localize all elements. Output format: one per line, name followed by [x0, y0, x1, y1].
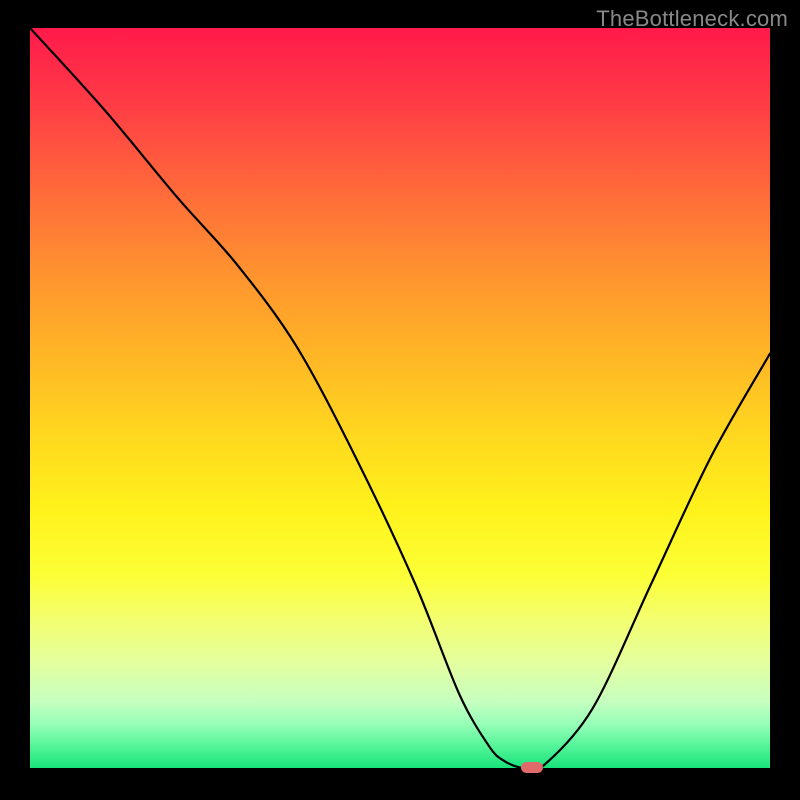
plot-area	[30, 28, 770, 768]
optimal-point-marker	[521, 762, 543, 773]
chart-container: TheBottleneck.com	[0, 0, 800, 800]
bottleneck-curve	[30, 28, 770, 768]
watermark-text: TheBottleneck.com	[596, 6, 788, 32]
